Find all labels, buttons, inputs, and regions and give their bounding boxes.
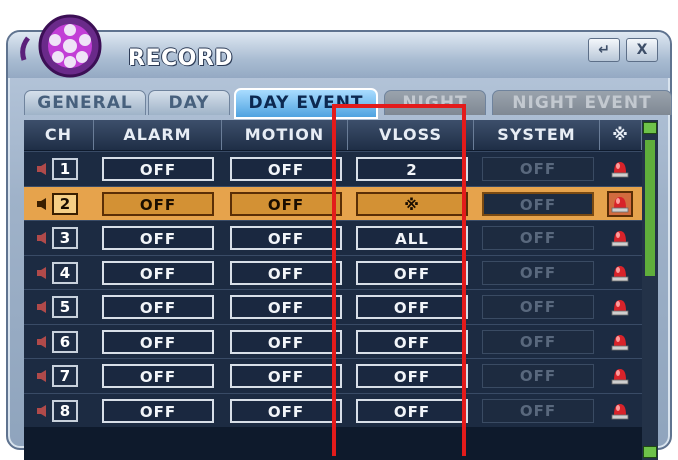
channel-number: 2 <box>52 192 78 215</box>
header-system: SYSTEM <box>474 120 600 150</box>
system-field: OFF <box>482 226 594 251</box>
siren-alarm-icon[interactable] <box>611 332 629 352</box>
system-field: OFF <box>482 260 594 285</box>
channel-number: 6 <box>52 330 78 353</box>
scroll-thumb[interactable] <box>645 140 655 276</box>
alarm-field[interactable]: OFF <box>102 191 214 216</box>
alarm-field[interactable]: OFF <box>102 260 214 285</box>
motion-field[interactable]: OFF <box>230 191 342 216</box>
alarm-field[interactable]: OFF <box>102 398 214 423</box>
alarm-field[interactable]: OFF <box>102 364 214 389</box>
tab-general[interactable]: GENERAL <box>24 90 146 115</box>
channel-number: 1 <box>52 158 78 181</box>
vloss-column-highlight <box>332 104 466 456</box>
channel-number: 7 <box>52 365 78 388</box>
alarm-field[interactable]: OFF <box>102 226 214 251</box>
header-motion: MOTION <box>222 120 348 150</box>
tab-night-event: NIGHT EVENT <box>492 90 672 115</box>
channel-number: 5 <box>52 296 78 319</box>
scroll-up-arrow-icon[interactable] <box>643 122 657 134</box>
window-title: RECORD <box>128 46 234 71</box>
system-field: OFF <box>482 398 594 423</box>
system-field: OFF <box>482 364 594 389</box>
siren-alarm-icon[interactable] <box>611 228 629 248</box>
speaker-icon <box>37 404 46 417</box>
speaker-icon <box>37 301 46 314</box>
speaker-icon <box>37 335 46 348</box>
system-field: OFF <box>482 329 594 354</box>
header-ch: CH <box>24 120 94 150</box>
alarm-field[interactable]: OFF <box>102 295 214 320</box>
channel-number: 8 <box>52 399 78 422</box>
scrollbar[interactable] <box>642 120 658 460</box>
speaker-icon <box>37 163 46 176</box>
scroll-down-arrow-icon[interactable] <box>643 446 657 458</box>
motion-field[interactable]: OFF <box>230 295 342 320</box>
enter-button[interactable]: ↵ <box>588 38 620 62</box>
header-alarm: ALARM <box>94 120 222 150</box>
channel-number: 4 <box>52 261 78 284</box>
speaker-icon <box>37 370 46 383</box>
system-field: OFF <box>482 295 594 320</box>
siren-alarm-icon[interactable] <box>611 263 629 283</box>
siren-alarm-icon[interactable] <box>611 297 629 317</box>
motion-field[interactable]: OFF <box>230 364 342 389</box>
motion-field[interactable]: OFF <box>230 398 342 423</box>
siren-alarm-icon[interactable] <box>611 194 629 214</box>
speaker-icon <box>37 232 46 245</box>
system-field: OFF <box>482 157 594 182</box>
motion-field[interactable]: OFF <box>230 226 342 251</box>
channel-number: 3 <box>52 227 78 250</box>
siren-alarm-icon[interactable] <box>611 401 629 421</box>
system-field: OFF <box>482 191 594 216</box>
motion-field[interactable]: OFF <box>230 260 342 285</box>
alarm-field[interactable]: OFF <box>102 329 214 354</box>
motion-field[interactable]: OFF <box>230 329 342 354</box>
alarm-field[interactable]: OFF <box>102 157 214 182</box>
film-reel-logo-icon <box>20 14 102 78</box>
speaker-icon <box>37 266 46 279</box>
siren-alarm-icon[interactable] <box>611 159 629 179</box>
motion-field[interactable]: OFF <box>230 157 342 182</box>
speaker-icon <box>37 197 46 210</box>
close-button[interactable]: X <box>626 38 658 62</box>
header-all-toggle[interactable]: ※ <box>600 120 642 150</box>
siren-alarm-icon[interactable] <box>611 366 629 386</box>
tab-day[interactable]: DAY <box>148 90 230 115</box>
